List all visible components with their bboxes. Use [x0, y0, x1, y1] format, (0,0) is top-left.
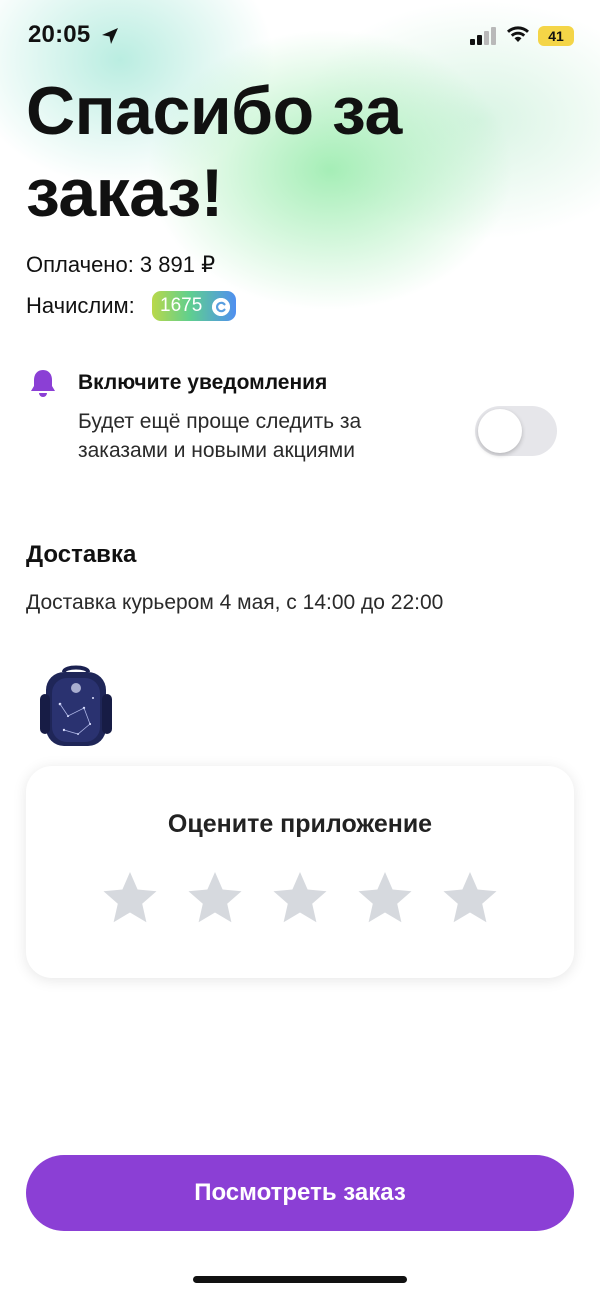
home-indicator[interactable]	[193, 1276, 407, 1283]
location-arrow-icon	[102, 28, 118, 44]
battery-icon: 41	[538, 26, 574, 46]
toggle-knob	[478, 409, 522, 453]
bonus-points: 1675	[160, 295, 203, 316]
rating-stars	[100, 869, 500, 929]
star-1-icon[interactable]	[100, 869, 160, 929]
rating-card: Оцените приложение	[26, 766, 574, 978]
status-bar: 20:05 41	[0, 0, 600, 72]
star-2-icon[interactable]	[185, 869, 245, 929]
star-4-icon[interactable]	[355, 869, 415, 929]
bonus-coin-icon	[212, 298, 230, 316]
page-title: Спасибо за заказ!	[26, 73, 402, 231]
notifications-title: Включите уведомления	[78, 371, 328, 394]
school-backpack-image[interactable]	[38, 664, 114, 750]
bell-icon	[31, 370, 55, 397]
view-order-button[interactable]: Посмотреть заказ	[26, 1155, 574, 1231]
accrue-label: Начислим:	[26, 293, 135, 318]
signal-icon	[470, 27, 496, 45]
star-5-icon[interactable]	[440, 869, 500, 929]
delivery-details: Доставка курьером 4 мая, с 14:00 до 22:0…	[26, 591, 444, 614]
status-time: 20:05	[28, 21, 91, 48]
rating-title: Оцените приложение	[167, 810, 433, 838]
star-3-icon[interactable]	[270, 869, 330, 929]
wifi-icon	[507, 26, 529, 42]
paid-amount: Оплачено: 3 891 ₽	[26, 252, 216, 277]
delivery-heading: Доставка	[26, 541, 137, 568]
notifications-toggle[interactable]	[475, 406, 557, 456]
notifications-description: Будет ещё проще следить за заказами и но…	[78, 410, 362, 462]
